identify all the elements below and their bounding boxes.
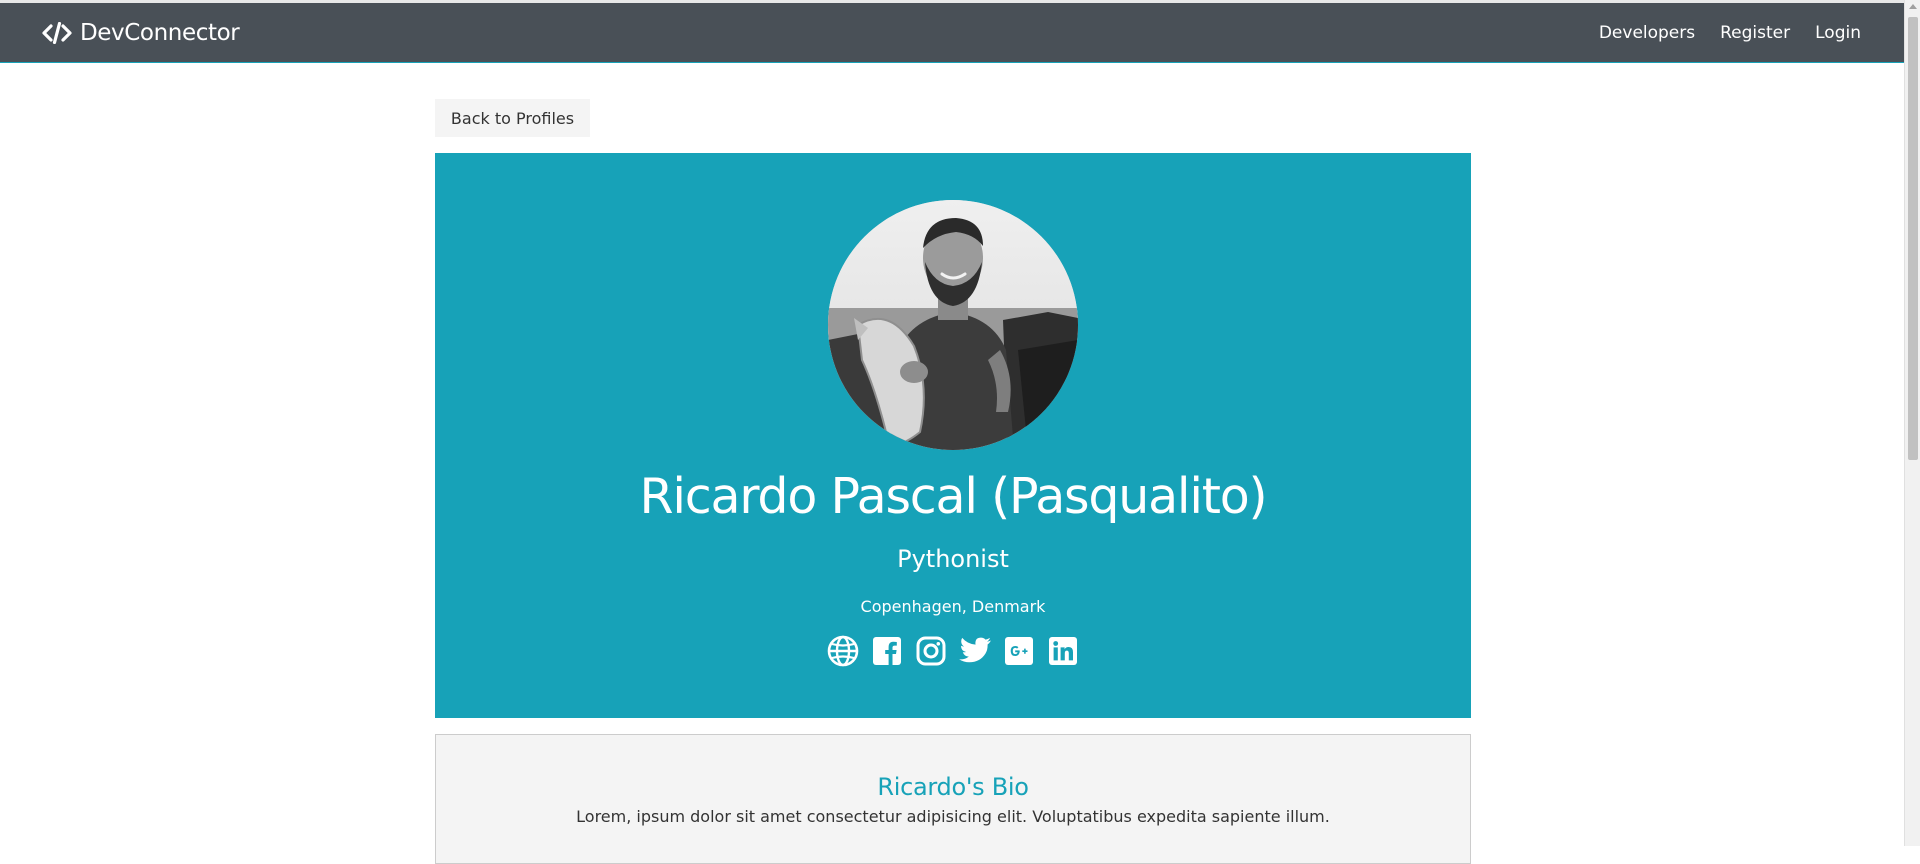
linkedin-icon — [1048, 636, 1078, 670]
code-icon — [42, 21, 72, 44]
globe-icon — [827, 635, 859, 671]
scroll-thumb[interactable] — [1908, 17, 1918, 460]
vertical-scrollbar[interactable] — [1904, 0, 1920, 846]
website-link[interactable] — [827, 635, 859, 671]
brand-link[interactable]: DevConnector — [42, 19, 240, 46]
twitter-icon — [958, 636, 992, 670]
nav-link-login[interactable]: Login — [1815, 23, 1861, 43]
bio-text: Lorem, ipsum dolor sit amet consectetur … — [576, 807, 1330, 826]
instagram-icon — [916, 636, 946, 670]
linkedin-link[interactable] — [1047, 637, 1079, 669]
twitter-link[interactable] — [959, 637, 991, 669]
social-links — [435, 633, 1471, 673]
profile-location: Copenhagen, Denmark — [860, 597, 1046, 616]
navbar: DevConnector Developers Register Login — [0, 3, 1904, 63]
bio-section: Ricardo's Bio Lorem, ipsum dolor sit ame… — [435, 734, 1471, 864]
scroll-up-arrow-icon[interactable] — [1909, 4, 1917, 9]
back-to-profiles-button[interactable]: Back to Profiles — [435, 99, 590, 137]
facebook-link[interactable] — [871, 637, 903, 669]
nav-link-register[interactable]: Register — [1720, 23, 1790, 43]
profile-status: Pythonist — [897, 545, 1009, 573]
profile-header-card: Ricardo Pascal (Pasqualito) Pythonist Co… — [435, 153, 1471, 718]
brand-label: DevConnector — [80, 19, 240, 46]
bio-title: Ricardo's Bio — [877, 773, 1029, 801]
nav-link-developers[interactable]: Developers — [1599, 23, 1695, 43]
avatar — [828, 200, 1078, 450]
facebook-icon — [872, 636, 902, 670]
profile-name: Ricardo Pascal (Pasqualito) — [639, 468, 1268, 525]
nav-links: Developers Register Login — [1599, 23, 1861, 43]
google-plus-link[interactable] — [1003, 637, 1035, 669]
google-plus-icon — [1004, 636, 1034, 670]
instagram-link[interactable] — [915, 636, 947, 670]
